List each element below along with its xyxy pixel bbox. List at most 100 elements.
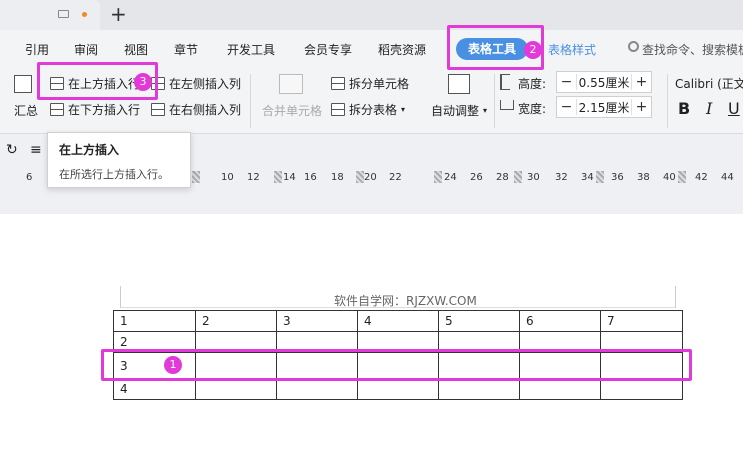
table-cell[interactable]: 4 [357,310,439,332]
tooltip: 在上方插入 在所选行上方插入行。 [47,132,191,188]
ruler-tick: 34 [581,172,594,183]
ruler-tick: 44 [721,172,734,183]
menu-review[interactable]: 审阅 [74,41,98,58]
search-icon [628,41,639,52]
table-cell[interactable] [600,378,683,400]
split-cells-button[interactable]: 拆分单元格 [331,75,409,92]
table-cell[interactable] [276,378,358,400]
ruler-column-marker[interactable] [678,171,686,183]
height-label: 高度: [518,77,547,91]
increase-height-button[interactable]: + [631,74,651,90]
table-cell[interactable]: 2 [195,310,277,332]
decrease-width-button[interactable]: − [557,99,577,115]
height-value[interactable]: 0.55厘米 [577,74,631,91]
auto-fit-icon [448,74,470,94]
insert-below-label: 在下方插入行 [68,103,141,117]
chevron-down-icon: ▾ [483,106,488,115]
annotation-badge: 3 [134,73,152,91]
italic-button[interactable]: I [706,99,712,118]
table-cell[interactable]: 7 [600,310,683,332]
menu-chapter[interactable]: 章节 [174,41,198,58]
ruler-tick: 38 [637,172,650,183]
ruler-column-marker[interactable] [434,171,442,183]
width-stepper[interactable]: − 2.15厘米 + [556,96,652,118]
table-row[interactable]: 4 [113,378,683,400]
page-header-text: 软件自学网：RJZXW.COM [334,294,477,308]
table-cell[interactable]: 3 [276,310,358,332]
split-table-icon [331,103,345,116]
font-name-select[interactable]: Calibri (正文 [675,75,743,92]
col-width-icon [500,100,514,110]
split-table-label: 拆分表格 [349,103,398,117]
menu-member[interactable]: 会员专享 [304,41,352,58]
menu-docer[interactable]: 稻壳资源 [378,41,426,58]
chevron-down-icon: ▾ [401,105,406,114]
bold-button[interactable]: B [678,99,690,118]
highlight-row-3 [101,349,692,381]
ruler-tick: 26 [470,172,483,183]
ruler-column-marker[interactable] [596,171,604,183]
search-input[interactable]: 查找命令、搜索模板 [642,41,743,58]
ruler-tick: 18 [331,172,344,183]
insert-below-button[interactable]: 在下方插入行 [50,101,140,118]
annotation-badge: 1 [164,356,182,374]
table-cell[interactable] [195,378,277,400]
sum-icon [14,75,32,93]
auto-fit-button[interactable]: 自动调整 ▾ [431,102,487,119]
merge-cells-icon [279,74,303,94]
annotation-badge: 2 [524,41,542,59]
table-cell[interactable] [519,378,601,400]
row-height-icon [500,74,510,90]
sum-button[interactable]: 汇总 [14,102,38,119]
redo-icon[interactable]: ↻ [6,142,18,158]
ruler-tick: 42 [695,172,708,183]
sum-label: 汇总 [14,104,39,118]
menu-table-style[interactable]: 表格样式 [548,41,596,58]
divider [250,74,251,128]
table-cell[interactable]: 1 [113,310,196,332]
menu-developer[interactable]: 开发工具 [227,41,275,58]
menu-references[interactable]: 引用 [25,41,49,58]
tooltip-description: 在所选行上方插入行。 [59,168,169,181]
document-tab[interactable] [0,0,100,30]
width-label: 宽度: [518,102,547,116]
ruler-column-marker[interactable] [192,171,200,183]
insert-left-button[interactable]: 在左侧插入列 [151,75,241,92]
ruler-tick: 24 [444,172,457,183]
divider [667,74,668,128]
ruler-tick: 30 [527,172,540,183]
height-stepper[interactable]: − 0.55厘米 + [556,71,652,93]
ruler-tick: 28 [496,172,509,183]
width-value[interactable]: 2.15厘米 [577,99,631,116]
decrease-height-button[interactable]: − [557,74,577,90]
underline-button[interactable]: U [728,99,740,118]
new-tab-button[interactable]: + [110,2,127,26]
table-row[interactable]: 1 2 3 4 5 6 7 [113,310,683,332]
ruler-column-marker[interactable] [514,171,522,183]
table-cell[interactable]: 5 [438,310,520,332]
menu-view[interactable]: 视图 [124,41,148,58]
insert-right-button[interactable]: 在右侧插入列 [151,101,241,118]
table-cell[interactable] [438,378,520,400]
insert-left-label: 在左侧插入列 [169,77,242,91]
ruler-column-marker[interactable] [274,171,282,183]
split-cells-icon [331,77,345,90]
monitor-icon [58,10,69,18]
table-cell[interactable]: 4 [113,378,196,400]
insert-col-right-icon [151,103,165,116]
table-cell[interactable]: 6 [519,310,601,332]
ruler-tick: 22 [389,172,402,183]
ruler-tick: 32 [555,172,568,183]
split-table-button[interactable]: 拆分表格 ▾ [331,101,405,118]
ruler-column-marker[interactable] [356,171,364,183]
ruler-tick: 40 [663,172,676,183]
table-cell[interactable] [357,378,439,400]
ruler-tick: 36 [611,172,624,183]
ruler-tick: 12 [247,172,260,183]
ruler-tick: 6 [26,172,33,183]
unsaved-dot-icon [82,12,87,17]
increase-width-button[interactable]: + [631,99,651,115]
merge-cells-button[interactable]: 合并单元格 [262,102,322,119]
align-icon[interactable]: ≡ [30,142,42,158]
auto-fit-label: 自动调整 [431,104,480,118]
